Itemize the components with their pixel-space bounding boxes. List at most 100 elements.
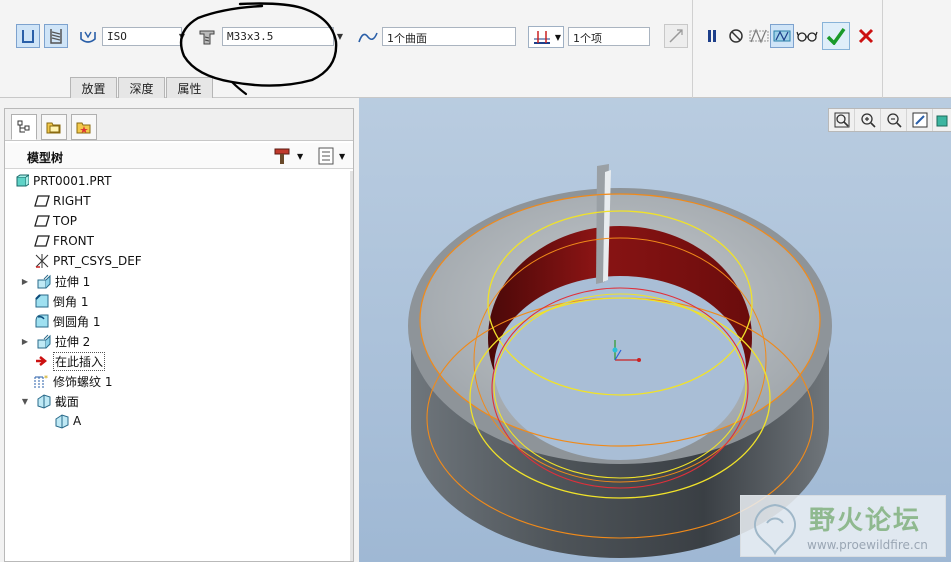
tab-model-tree[interactable] (11, 114, 37, 140)
tree-item-label: PRT0001.PRT (33, 174, 112, 188)
tree-item[interactable]: FRONT (5, 231, 353, 251)
tree-show-list-icon (318, 147, 334, 165)
forum-watermark: 野火论坛 www.proewildfire.cn (740, 495, 946, 557)
dashboard-tabs: 放置 深度 属性 (70, 77, 214, 98)
pause-button[interactable] (700, 24, 724, 48)
flip-direction-button[interactable] (664, 24, 688, 48)
tab-placement[interactable]: 放置 (70, 77, 117, 98)
model-tree-scrollbar[interactable] (350, 171, 353, 561)
tab-folder-browser[interactable] (41, 114, 67, 140)
toolbar-separator (692, 0, 693, 98)
tree-item[interactable]: ▶ 拉伸 1 (5, 271, 353, 291)
accept-button[interactable] (822, 22, 850, 50)
section-icon (53, 413, 71, 429)
tree-item-label: PRT_CSYS_DEF (53, 254, 142, 268)
tree-item[interactable]: 倒角 1 (5, 291, 353, 311)
tree-item[interactable]: RIGHT (5, 191, 353, 211)
tree-item[interactable]: ▼ 截面 (5, 391, 353, 411)
expand-arrow-icon[interactable]: ▶ (19, 337, 31, 346)
model-tree-icon (17, 120, 30, 133)
detached-preview-button[interactable] (747, 24, 771, 48)
thread-standard-icon (80, 31, 96, 43)
watermark-logo-icon (754, 503, 796, 555)
tree-item-label: 在此插入 (53, 351, 106, 371)
tree-item[interactable]: 倒圆角 1 (5, 311, 353, 331)
standard-thread-icon (50, 29, 62, 44)
start-reference-dropdown-arrow[interactable]: ▼ (555, 33, 561, 42)
thread-size-icon (199, 30, 215, 45)
tree-item-label: 拉伸 2 (54, 334, 91, 349)
thread-standard-select[interactable]: ISO (102, 27, 182, 46)
glasses-icon (796, 31, 818, 42)
pause-icon (708, 30, 716, 42)
model-viewport[interactable] (359, 98, 951, 562)
start-reference-button[interactable]: ▼ (528, 26, 564, 48)
extrude-icon (35, 273, 53, 289)
model-tree-title: 模型树 (27, 151, 64, 165)
tree-settings-dropdown-arrow[interactable]: ▼ (297, 152, 303, 161)
thread-surface-collector[interactable]: 1个曲面 (382, 27, 516, 46)
insert-here-arrow-icon (33, 353, 51, 369)
collapse-arrow-icon[interactable]: ▼ (19, 397, 31, 406)
thread-size-select[interactable]: M33x3.5 (222, 27, 334, 46)
tree-item-label: 倒圆角 1 (53, 314, 101, 329)
toolbar-separator-right (882, 0, 883, 98)
no-preview-button[interactable] (724, 24, 748, 48)
tree-item[interactable]: PRT_CSYS_DEF (5, 251, 353, 271)
verify-mode-button[interactable] (795, 24, 819, 48)
chamfer-icon (33, 293, 51, 309)
tree-item[interactable]: TOP (5, 211, 353, 231)
graphics-window[interactable] (359, 98, 951, 562)
thread-size-dropdown-arrow[interactable]: ▼ (334, 27, 346, 46)
simple-thread-icon (22, 30, 34, 43)
navigator-tabs (5, 109, 353, 141)
cosmetic-thread-icon: * (33, 373, 51, 389)
tree-item[interactable]: ▶ 拉伸 2 (5, 331, 353, 351)
start-reference-collector[interactable]: 1个项 (568, 27, 650, 46)
tree-item[interactable]: A (5, 411, 353, 431)
attached-preview-button[interactable] (770, 24, 794, 48)
attached-preview-icon (773, 30, 791, 42)
tree-item-label: 倒角 1 (53, 294, 89, 309)
standard-thread-toggle[interactable] (44, 24, 68, 48)
model-tree-header: 模型树 ▼ ▼ (5, 143, 353, 169)
tab-properties[interactable]: 属性 (166, 77, 213, 98)
tree-settings-hammer-icon (274, 148, 290, 164)
tree-show-button[interactable]: ▼ (317, 146, 353, 166)
navigator-panel: 模型树 ▼ ▼ PRT0001.PRT RIGHT TOP FRONT PRT_CSYS… (4, 108, 354, 562)
tree-settings-button[interactable]: ▼ (273, 146, 313, 166)
tab-favorites[interactable] (71, 114, 97, 140)
thread-standard-dropdown-arrow[interactable]: ▼ (176, 27, 188, 46)
section-icon (35, 393, 53, 409)
svg-text:*: * (44, 374, 48, 383)
part-icon (13, 173, 31, 189)
tree-item-label: FRONT (53, 234, 94, 248)
tree-item[interactable]: 在此插入 (5, 351, 353, 371)
checkmark-icon (826, 27, 846, 45)
cancel-button[interactable] (854, 24, 878, 48)
flip-direction-icon (669, 29, 683, 43)
tab-depth[interactable]: 深度 (118, 77, 165, 98)
tree-item-label: TOP (53, 214, 78, 228)
model-tree: PRT0001.PRT RIGHT TOP FRONT PRT_CSYS_DEF ▶ 拉伸… (5, 171, 353, 431)
no-preview-icon (729, 29, 743, 43)
round-icon (33, 313, 51, 329)
favorites-folder-icon (76, 122, 91, 134)
tree-show-dropdown-arrow[interactable]: ▼ (339, 152, 345, 161)
datum-plane-icon (33, 193, 51, 209)
watermark-url: www.proewildfire.cn (807, 538, 928, 552)
thread-dashboard: ISO ▼ M33x3.5 ▼ 1个曲面 ▼ 1个项 放置 深度 属性 (0, 0, 951, 98)
expand-arrow-icon[interactable]: ▶ (19, 277, 31, 286)
start-reference-icon (534, 31, 550, 44)
datum-plane-icon (33, 233, 51, 249)
tree-item[interactable]: PRT0001.PRT (5, 171, 353, 191)
tree-item-label: 截面 (54, 394, 79, 409)
watermark-title: 野火论坛 (809, 506, 922, 536)
tree-item-label: 修饰螺纹 1 (53, 374, 113, 389)
cancel-x-icon (858, 28, 874, 44)
surface-collector-icon (358, 32, 378, 43)
tree-item-label: RIGHT (53, 194, 91, 208)
simple-thread-toggle[interactable] (16, 24, 40, 48)
tree-item[interactable]: * 修饰螺纹 1 (5, 371, 353, 391)
csys-icon (33, 253, 51, 269)
